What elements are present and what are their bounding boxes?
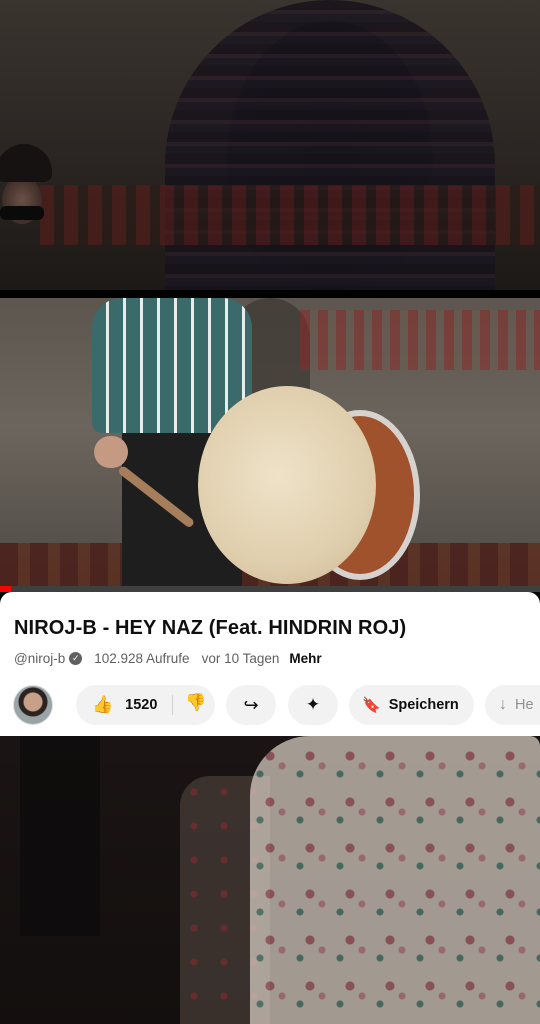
like-count: 1520 [125, 697, 158, 713]
video-frame-main[interactable] [0, 298, 540, 586]
upload-date: vor 10 Tagen [201, 651, 280, 666]
download-button[interactable]: ↓ He [485, 685, 540, 725]
video-progress-fill [0, 586, 11, 592]
download-label: He [515, 697, 534, 713]
channel-handle[interactable]: @niroj-b [14, 651, 65, 666]
drum-head [198, 386, 376, 584]
drummer-hand [94, 436, 128, 468]
bookmark-icon: 🔖 [362, 697, 381, 714]
video-title[interactable]: NIROJ-B - HEY NAZ (Feat. HINDRIN ROJ) [14, 617, 406, 640]
view-count: 102.928 Aufrufe [94, 651, 190, 666]
remix-button[interactable]: ✦ [288, 685, 338, 725]
video-frame-bottom[interactable] [0, 736, 540, 1024]
wall-decoration [40, 185, 540, 245]
archway [165, 0, 495, 290]
video-frame-top[interactable] [0, 0, 540, 290]
download-icon: ↓ [499, 696, 507, 713]
dancer-dress-floral [250, 736, 540, 1024]
thumbs-up-icon[interactable]: 👍 [92, 695, 113, 715]
like-dislike-button[interactable]: 👍 1520 👎 [76, 685, 215, 725]
verified-icon: ✓ [69, 652, 83, 665]
save-button[interactable]: 🔖 Speichern [349, 685, 474, 725]
action-bar: 👍 1520 👎 ↪ ✦ 🔖 Speichern ↓ He [0, 685, 540, 725]
more-link[interactable]: Mehr [289, 651, 321, 666]
channel-avatar[interactable] [13, 685, 53, 725]
share-icon: ↪ [243, 694, 259, 715]
person-legs [20, 736, 100, 936]
share-button[interactable]: ↪ [226, 685, 276, 725]
divider [172, 695, 173, 715]
video-divider [0, 290, 540, 298]
save-label: Speichern [388, 697, 459, 713]
wall-decoration [300, 310, 540, 370]
sparkle-icon: ✦ [305, 695, 321, 714]
video-meta[interactable]: @niroj-b ✓ 102.928 Aufrufe vor 10 Tagen … [14, 651, 322, 666]
thumbs-down-icon[interactable]: 👎 [185, 693, 206, 713]
video-details-panel: NIROJ-B - HEY NAZ (Feat. HINDRIN ROJ) @n… [0, 592, 540, 736]
sunglasses [0, 206, 44, 220]
